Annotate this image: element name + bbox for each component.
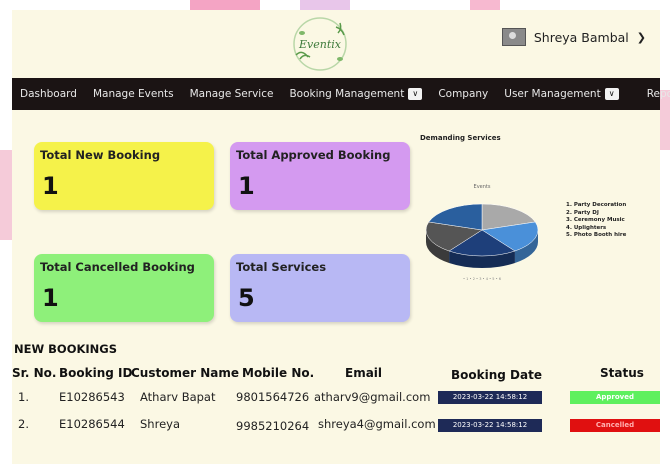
cell-booking-id: E10286543 xyxy=(59,390,125,404)
chart-legend: 1. Party Decoration 2. Party DJ 3. Cerem… xyxy=(566,202,626,240)
card-value: 1 xyxy=(42,172,59,200)
nav-label: Manage Events xyxy=(92,88,174,100)
legend-item: 5. Photo Booth hire xyxy=(566,232,627,238)
user-name: Shreya Bambal xyxy=(533,29,629,45)
cell-mobile: 9801564726 xyxy=(236,390,310,404)
legend-item: 4. Uplighters xyxy=(566,224,607,231)
stat-card-new-booking: Total New Booking 1 xyxy=(34,142,214,210)
chevron-down-icon: ❯ xyxy=(636,30,646,44)
chevron-down-icon[interactable]: ∨ xyxy=(604,88,619,100)
nav-label: Reports xyxy=(646,88,670,100)
column-header: Customer Name xyxy=(131,366,239,380)
background-accent xyxy=(190,0,260,10)
nav-label: Booking Management xyxy=(289,88,405,100)
nav-item-booking-management[interactable]: Booking Management ∨ xyxy=(289,88,423,100)
logo-text: Eventix xyxy=(298,38,342,51)
nav-item-reports[interactable]: Reports xyxy=(647,88,670,100)
legend-item: 1. Party Decoration xyxy=(566,202,627,208)
cell-email: shreya4@gmail.com xyxy=(318,417,436,431)
cell-booking-id: E10286544 xyxy=(59,417,125,431)
background-accent xyxy=(300,0,350,10)
user-menu[interactable]: Shreya Bambal ❯ xyxy=(501,28,646,46)
chart-title: Demanding Services xyxy=(420,134,501,142)
legend-item: 3. Ceremony Music xyxy=(566,217,625,223)
column-header: Mobile No. xyxy=(242,366,315,380)
nav-label: User Management xyxy=(504,88,601,100)
cell-customer-name: Atharv Bapat xyxy=(140,390,216,404)
stat-card-approved-booking: Total Approved Booking 1 xyxy=(230,142,410,210)
avatar xyxy=(501,28,526,46)
status-badge: Cancelled xyxy=(570,419,660,432)
column-header: Sr. No. xyxy=(12,366,57,380)
nav-label: Dashboard xyxy=(20,88,77,100)
legend-item: 2. Party DJ xyxy=(566,209,599,216)
nav-label: Company xyxy=(438,88,489,100)
chart-subtitle: Events xyxy=(474,184,491,190)
stat-card-total-services: Total Services 5 xyxy=(230,254,410,322)
column-header: Status xyxy=(600,366,644,380)
nav-item-manage-service[interactable]: Manage Service xyxy=(190,88,274,100)
card-title: Total Approved Booking xyxy=(236,148,391,162)
cell-booking-date: 2023-03-22 14:58:12 xyxy=(438,419,542,432)
card-value: 1 xyxy=(42,284,59,312)
cell-sr-no: 1. xyxy=(18,390,29,404)
nav-item-user-management[interactable]: User Management ∨ xyxy=(504,88,619,100)
card-title: Total New Booking xyxy=(40,148,161,162)
stat-card-cancelled-booking: Total Cancelled Booking 1 xyxy=(34,254,214,322)
cell-sr-no: 2. xyxy=(18,417,29,431)
column-header: Booking ID xyxy=(59,366,133,380)
cell-mobile: 9985210264 xyxy=(236,419,310,433)
pie-chart: Events • 1 • 2 • 3 • 4 • 5 • 6 xyxy=(420,172,544,284)
background-right-strip xyxy=(660,10,670,464)
nav-item-company[interactable]: Company xyxy=(438,88,488,100)
card-title: Total Cancelled Booking xyxy=(40,260,195,274)
dashboard-panel: Eventix Shreya Bambal ❯ Dashboard Manage… xyxy=(12,10,670,464)
card-value: 1 xyxy=(238,172,255,200)
status-badge: Approved xyxy=(570,391,660,404)
card-title: Total Services xyxy=(236,260,327,274)
nav-item-dashboard[interactable]: Dashboard xyxy=(20,88,77,100)
header: Eventix Shreya Bambal ❯ xyxy=(12,10,660,78)
main-nav: Dashboard Manage Events Manage Service B… xyxy=(12,78,670,110)
nav-label: Manage Service xyxy=(189,88,274,100)
nav-item-manage-events[interactable]: Manage Events xyxy=(93,88,174,100)
cell-email: atharv9@gmail.com xyxy=(314,390,431,404)
column-header: Email xyxy=(345,366,383,380)
background-accent xyxy=(470,0,500,10)
section-title-new-bookings: NEW BOOKINGS xyxy=(14,342,118,356)
chevron-down-icon[interactable]: ∨ xyxy=(408,88,423,100)
column-header: Booking Date xyxy=(451,368,542,382)
card-value: 5 xyxy=(238,284,255,312)
cell-booking-date: 2023-03-22 14:58:12 xyxy=(438,391,542,404)
chart-mini-legend: • 1 • 2 • 3 • 4 • 5 • 6 xyxy=(463,277,501,281)
cell-customer-name: Shreya xyxy=(140,417,180,431)
app-logo[interactable]: Eventix xyxy=(280,13,360,75)
background-accent xyxy=(0,150,12,240)
